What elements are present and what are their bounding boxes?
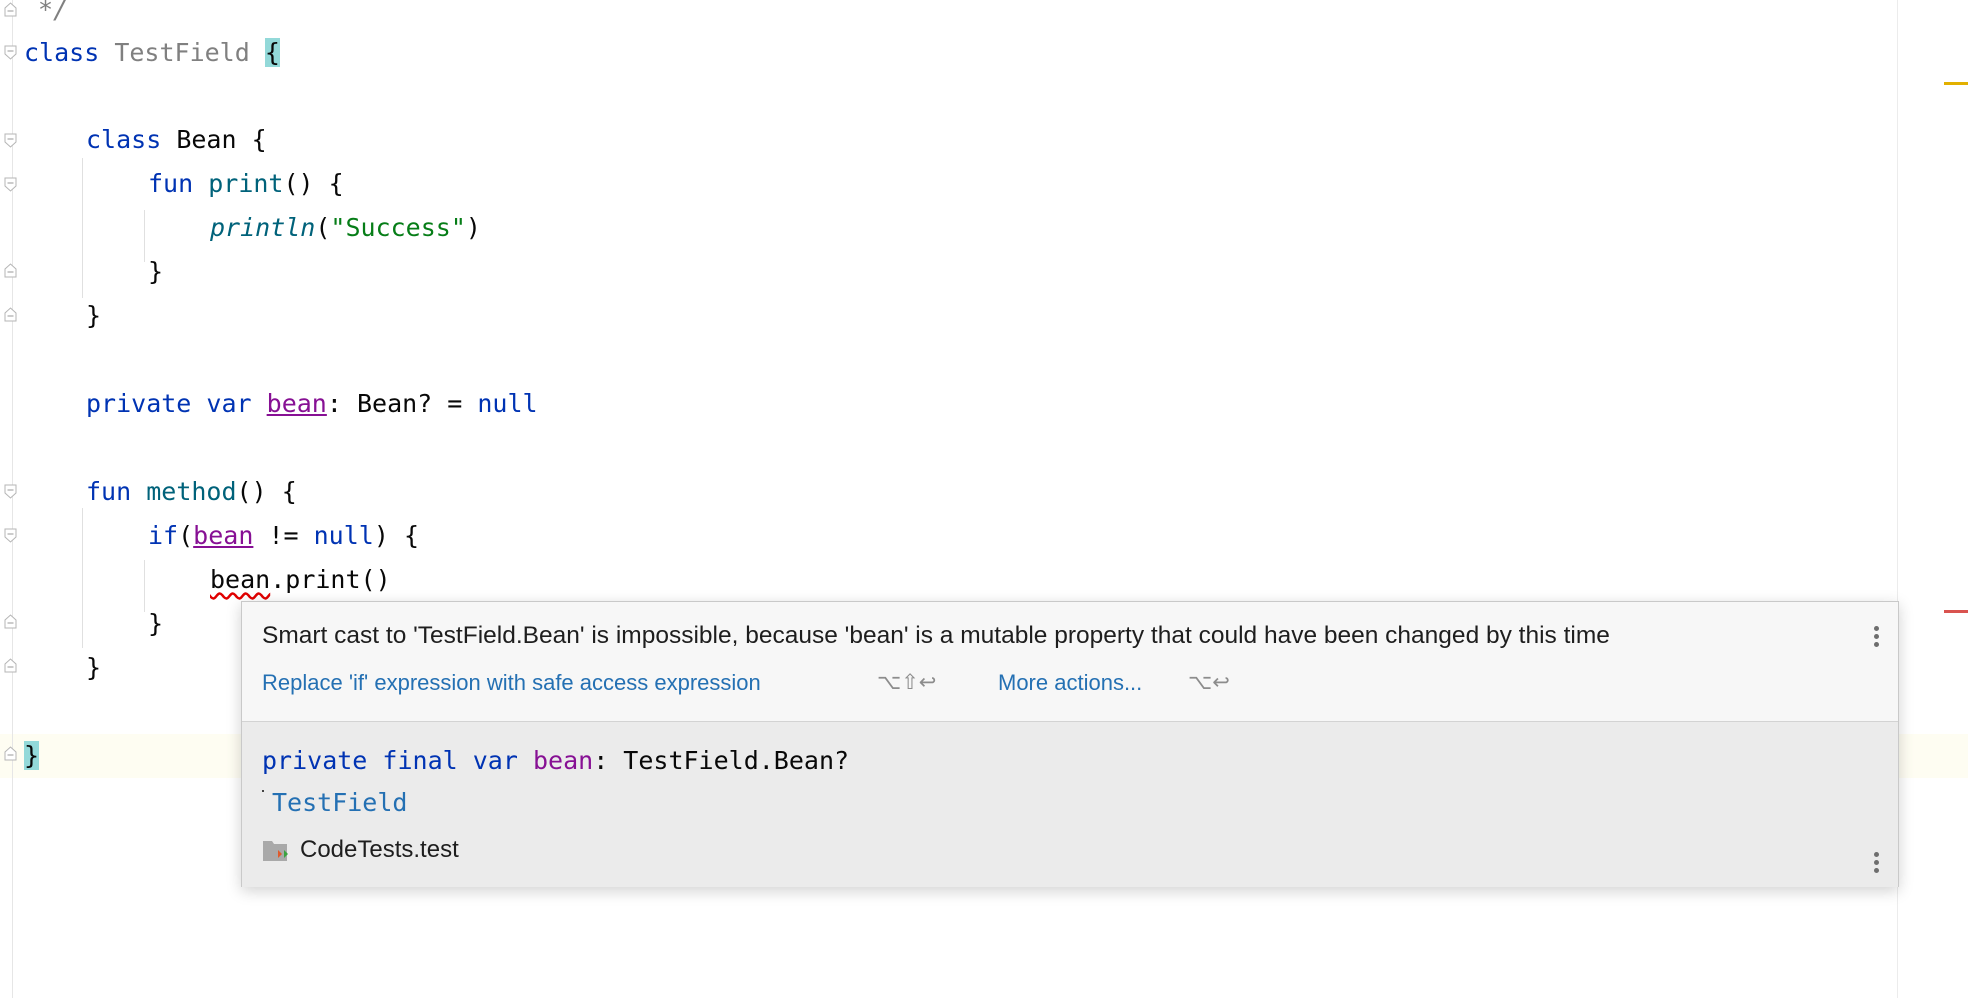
code-line: fun print() {	[148, 162, 344, 206]
parens: ()	[283, 169, 314, 198]
brace: }	[86, 653, 102, 682]
module-info: CodeTests.test	[262, 836, 459, 864]
module-folder-icon	[263, 841, 288, 861]
paren: (	[178, 521, 194, 550]
keyword: fun	[148, 169, 194, 198]
code-line: class Bean {	[86, 118, 267, 162]
declaration-signature: private final var bean: TestField.Bean?	[262, 746, 849, 775]
brace: {	[328, 169, 344, 198]
warning-marker[interactable]	[1944, 82, 1968, 85]
more-options-icon[interactable]	[1874, 626, 1880, 650]
keyword: null	[477, 389, 538, 418]
fold-end-icon[interactable]	[4, 263, 17, 278]
keyword: var	[206, 389, 252, 418]
keyword: if	[148, 521, 179, 550]
keyword: fun	[86, 477, 132, 506]
fold-start-icon[interactable]	[4, 484, 17, 499]
indent-guide	[144, 210, 145, 262]
error-message: Smart cast to 'TestField.Bean' is imposs…	[262, 622, 1610, 649]
code-line: fun method() {	[86, 470, 297, 514]
class-name: Bean	[176, 125, 237, 154]
gutter-separator	[12, 0, 13, 998]
property-name: bean	[266, 389, 327, 418]
class-name: TestField	[114, 38, 250, 67]
more-options-icon[interactable]	[1874, 852, 1880, 876]
string-literal: "Success"	[330, 213, 466, 242]
inspection-popup: Smart cast to 'TestField.Bean' is imposs…	[241, 601, 1899, 887]
indent-guide	[82, 508, 83, 648]
code-line: }	[86, 646, 101, 690]
keyword: class	[24, 38, 100, 67]
brace: {	[281, 477, 297, 506]
type-declaration: : Bean? =	[326, 389, 478, 418]
fold-end-icon[interactable]	[4, 658, 17, 673]
error-marker[interactable]	[1944, 610, 1968, 613]
comment-text: */	[38, 0, 69, 24]
parens: ()	[236, 477, 267, 506]
quick-fix-shortcut: ⌥⇧↩	[877, 671, 937, 694]
brace: }	[148, 257, 164, 286]
indent-guide	[82, 158, 83, 298]
tick-mark	[262, 790, 264, 792]
indent-guide	[144, 560, 145, 612]
function-call: println	[210, 213, 316, 242]
fold-end-icon[interactable]	[4, 307, 17, 322]
fold-end-icon[interactable]	[4, 746, 17, 761]
code-line: }	[148, 250, 163, 294]
fold-start-icon[interactable]	[4, 133, 17, 148]
more-actions-shortcut: ⌥↩	[1188, 671, 1230, 694]
property-reference: bean	[193, 521, 254, 550]
method-call: .print()	[270, 565, 391, 594]
containing-class-link[interactable]: TestField	[272, 788, 407, 817]
fold-start-icon[interactable]	[4, 45, 17, 60]
function-name: method	[146, 477, 237, 506]
code-line: println("Success")	[210, 206, 481, 250]
keyword: class	[86, 125, 162, 154]
code-line: }	[148, 602, 163, 646]
module-name: CodeTests.test	[300, 836, 459, 863]
brace: {	[403, 521, 420, 550]
matched-brace: {	[264, 38, 280, 67]
paren: )	[373, 521, 389, 550]
keyword: final	[382, 746, 458, 775]
quick-fix-link[interactable]: Replace 'if' expression with safe access…	[262, 670, 840, 696]
code-line: }	[86, 294, 101, 338]
fold-end-icon[interactable]	[4, 2, 17, 17]
code-line: private var bean: Bean? = null	[86, 382, 538, 426]
paren: )	[465, 213, 481, 242]
function-name: print	[208, 169, 284, 198]
property-name: bean	[532, 746, 594, 775]
error-highlight[interactable]: bean	[210, 565, 270, 594]
operator: !=	[253, 521, 314, 550]
keyword: null	[313, 521, 374, 550]
more-actions-link[interactable]: More actions...	[998, 670, 1142, 696]
code-line: class TestField {	[24, 31, 280, 75]
brace: {	[251, 125, 267, 154]
matched-brace: }	[24, 741, 40, 770]
paren: (	[315, 213, 331, 242]
code-line: if(bean != null) {	[148, 514, 419, 558]
documentation-section: private final var bean: TestField.Bean? …	[242, 721, 1898, 887]
brace: }	[148, 609, 164, 638]
code-line: }	[24, 734, 40, 778]
keyword: private	[262, 746, 368, 775]
fold-end-icon[interactable]	[4, 614, 17, 629]
code-line: */	[38, 0, 68, 32]
property-type: : TestField.Bean?	[593, 746, 850, 775]
keyword: private	[86, 389, 192, 418]
brace: }	[86, 301, 102, 330]
code-line: bean.print()	[210, 558, 391, 602]
fold-start-icon[interactable]	[4, 528, 17, 543]
keyword: var	[472, 746, 518, 775]
fold-start-icon[interactable]	[4, 177, 17, 192]
